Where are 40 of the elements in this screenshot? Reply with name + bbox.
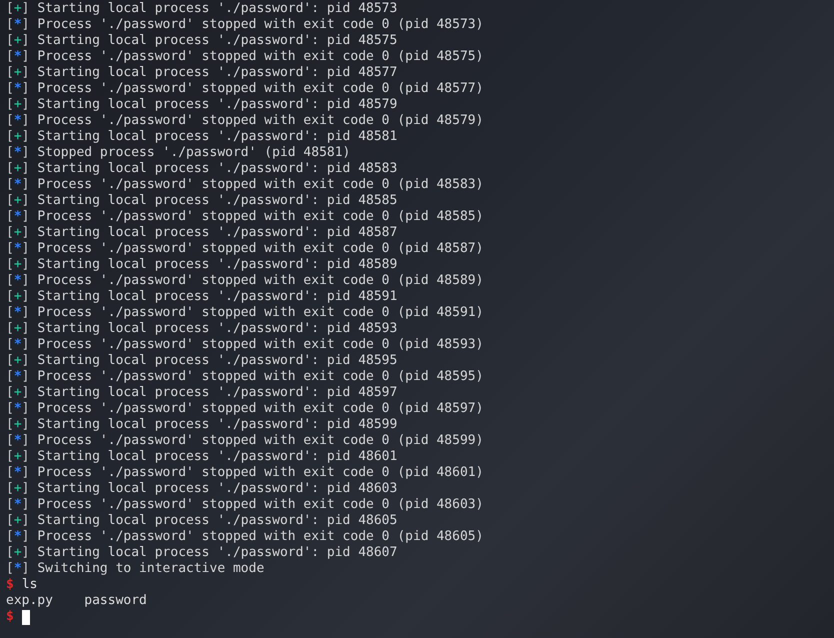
log-line: [+] Starting local process './password': pid 48573	[6, 1, 398, 17]
log-line: [*] Process './password' stopped with exit code 0 (pid 48573)	[6, 17, 484, 33]
log-line: [+] Starting local process './password': pid 48579	[6, 97, 398, 113]
log-line: [+] Starting local process './password': pid 48601	[6, 449, 398, 465]
log-line: [*] Process './password' stopped with exit code 0 (pid 48593)	[6, 337, 484, 353]
log-line: [+] Starting local process './password': pid 48585	[6, 193, 398, 209]
log-line: [*] Process './password' stopped with exit code 0 (pid 48599)	[6, 433, 484, 449]
log-line: [*] Process './password' stopped with exit code 0 (pid 48603)	[6, 497, 484, 513]
prompt-sign: $	[6, 609, 14, 625]
log-line: [*] Process './password' stopped with exit code 0 (pid 48583)	[6, 177, 484, 193]
log-line: [+] Starting local process './password': pid 48577	[6, 65, 398, 81]
log-line: [*] Process './password' stopped with exit code 0 (pid 48575)	[6, 49, 484, 65]
log-line: [*] Process './password' stopped with exit code 0 (pid 48577)	[6, 81, 484, 97]
log-line: [+] Starting local process './password': pid 48581	[6, 129, 398, 145]
log-line: [*] Process './password' stopped with exit code 0 (pid 48597)	[6, 401, 484, 417]
log-line: [+] Starting local process './password': pid 48575	[6, 33, 398, 49]
log-line: [*] Process './password' stopped with exit code 0 (pid 48605)	[6, 529, 484, 545]
log-line: [+] Starting local process './password': pid 48589	[6, 257, 398, 273]
log-line: [+] Starting local process './password': pid 48597	[6, 385, 398, 401]
command-text: ls	[22, 577, 38, 593]
log-line: [+] Starting local process './password': pid 48599	[6, 417, 398, 433]
log-line: [*] Process './password' stopped with exit code 0 (pid 48587)	[6, 241, 484, 257]
log-line: [*] Process './password' stopped with exit code 0 (pid 48585)	[6, 209, 484, 225]
log-line: [+] Starting local process './password': pid 48595	[6, 353, 398, 369]
log-line: [*] Stopped process './password' (pid 48581)	[6, 145, 350, 161]
log-line: [+] Starting local process './password': pid 48605	[6, 513, 398, 529]
log-line: [*] Process './password' stopped with exit code 0 (pid 48601)	[6, 465, 484, 481]
log-line: [*] Process './password' stopped with exit code 0 (pid 48591)	[6, 305, 484, 321]
log-line: [+] Starting local process './password': pid 48607	[6, 545, 398, 561]
log-line: [+] Starting local process './password': pid 48587	[6, 225, 398, 241]
log-line: [*] Switching to interactive mode	[6, 561, 264, 577]
log-line: [*] Process './password' stopped with exit code 0 (pid 48595)	[6, 369, 484, 385]
log-line: [+] Starting local process './password': pid 48583	[6, 161, 398, 177]
log-line: [*] Process './password' stopped with exit code 0 (pid 48579)	[6, 113, 484, 129]
log-line: [+] Starting local process './password': pid 48591	[6, 289, 398, 305]
log-line: [+] Starting local process './password': pid 48603	[6, 481, 398, 497]
command-output: exp.py password	[6, 593, 147, 609]
log-line: [+] Starting local process './password': pid 48593	[6, 321, 398, 337]
prompt-sign: $	[6, 577, 14, 593]
log-line: [*] Process './password' stopped with exit code 0 (pid 48589)	[6, 273, 484, 289]
